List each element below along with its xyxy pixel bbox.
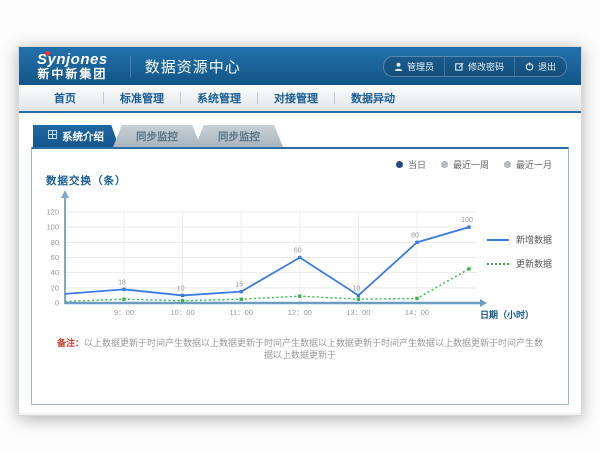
nav-item-data-change[interactable]: 数据异动 [335, 90, 411, 106]
tab-bar: 系统介绍 同步监控 同步监控 [33, 125, 569, 147]
svg-text:0: 0 [55, 299, 59, 308]
chart-panel: 当日 最近一周 最近一月 数据交换（条） 0204060801001209：00… [31, 147, 569, 405]
footnote-prefix: 备注： [57, 338, 84, 348]
svg-text:80: 80 [51, 238, 59, 247]
logo-company-name: 新中新集团 [37, 68, 108, 81]
blue-line-swatch-icon [487, 239, 509, 241]
svg-text:60: 60 [294, 248, 302, 255]
grid-icon [48, 130, 57, 142]
svg-text:日期（小时）: 日期（小时） [480, 309, 534, 320]
user-icon [394, 62, 403, 71]
main-nav: 首页 标准管理 系统管理 对接管理 数据异动 [19, 85, 581, 113]
svg-text:80: 80 [411, 232, 419, 239]
svg-text:15: 15 [235, 282, 243, 289]
svg-text:40: 40 [51, 268, 59, 277]
app-window: Synjones 新中新集团 数据资源中心 管理员 修改密码 退出 [18, 46, 582, 416]
logout-button[interactable]: 退出 [514, 57, 566, 76]
svg-text:60: 60 [51, 253, 59, 262]
app-header: Synjones 新中新集团 数据资源中心 管理员 修改密码 退出 [19, 47, 581, 85]
svg-text:10: 10 [353, 285, 361, 292]
footnote: 备注：以上数据更新于时间产生数据以上数据更新于时间产生数据以上数据更新于时间产生… [32, 337, 568, 362]
nav-item-system-mgmt[interactable]: 系统管理 [181, 90, 257, 106]
tab-sync-monitor-2[interactable]: 同步监控 [195, 125, 283, 147]
svg-text:13：00: 13：00 [346, 308, 370, 317]
tab-sync-monitor-1[interactable]: 同步监控 [113, 125, 201, 147]
svg-text:120: 120 [46, 208, 59, 217]
chart-legend: 新增数据 更新数据 [487, 233, 552, 270]
green-dotted-swatch-icon [487, 263, 509, 265]
header-actions: 管理员 修改密码 退出 [383, 56, 567, 77]
nav-item-home[interactable]: 首页 [27, 90, 103, 106]
svg-text:12：00: 12：00 [288, 308, 312, 317]
admin-user-button[interactable]: 管理员 [384, 57, 444, 76]
legend-item-updated-data: 更新数据 [487, 257, 552, 270]
company-logo: Synjones 新中新集团 [31, 52, 114, 80]
svg-text:18: 18 [118, 279, 126, 286]
nav-item-standard-mgmt[interactable]: 标准管理 [104, 90, 180, 106]
page-title: 数据资源中心 [130, 56, 241, 77]
svg-text:10: 10 [177, 285, 185, 292]
footnote-text: 以上数据更新于时间产生数据以上数据更新于时间产生数据以上数据更新于时间产生数据以… [84, 338, 543, 361]
tab-system-intro[interactable]: 系统介绍 [33, 125, 119, 147]
logo-red-dot-icon [45, 51, 50, 56]
content-area: 系统介绍 同步监控 同步监控 当日 最近一周 [19, 113, 581, 413]
edit-icon [455, 62, 464, 71]
svg-text:11：00: 11：00 [229, 308, 253, 317]
svg-text:100: 100 [461, 217, 473, 224]
svg-text:9：00: 9：00 [114, 308, 134, 317]
svg-text:14：00: 14：00 [405, 308, 429, 317]
change-password-button[interactable]: 修改密码 [444, 57, 514, 76]
svg-text:10：00: 10：00 [171, 308, 195, 317]
svg-text:20: 20 [51, 283, 59, 292]
legend-item-new-data: 新增数据 [487, 233, 552, 246]
power-icon [525, 62, 534, 71]
svg-text:100: 100 [46, 223, 59, 232]
nav-item-interface-mgmt[interactable]: 对接管理 [258, 90, 334, 106]
